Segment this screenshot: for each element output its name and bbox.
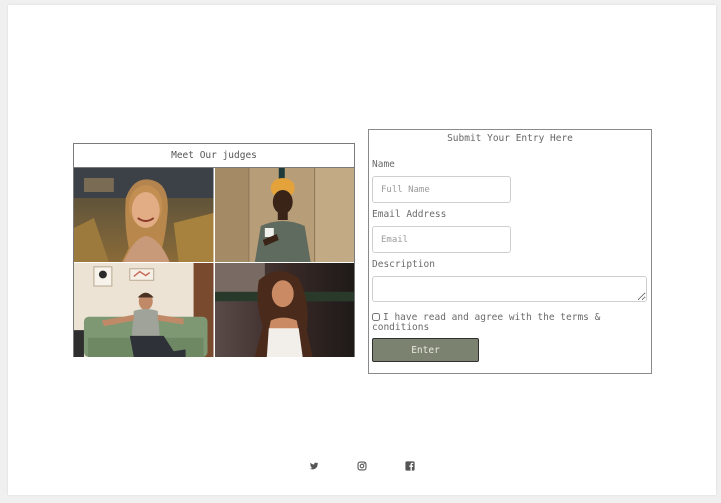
description-label: Description (372, 259, 435, 270)
judge-portrait-image (74, 168, 214, 262)
terms-row: I have read and agree with the terms & c… (372, 313, 632, 332)
page-container: Meet Our judges Submit Your Entry Here N… (8, 5, 716, 495)
judge-portrait-image (214, 263, 354, 357)
name-label: Name (372, 159, 395, 170)
facebook-icon[interactable] (405, 461, 415, 471)
judges-panel: Meet Our judges (73, 143, 355, 357)
twitter-icon[interactable] (309, 461, 319, 471)
terms-checkbox[interactable] (372, 313, 380, 321)
judges-title: Meet Our judges (74, 144, 354, 168)
terms-label: I have read and agree with the terms & c… (372, 312, 601, 333)
judge-photo-1 (74, 168, 214, 262)
judge-photo-4 (214, 263, 354, 357)
judge-portrait-image (214, 168, 354, 262)
entry-form-title: Submit Your Entry Here (447, 133, 573, 144)
email-label: Email Address (372, 209, 447, 220)
entry-form: Submit Your Entry Here Name Email Addres… (368, 129, 652, 374)
judge-photo-2 (214, 168, 354, 262)
judges-grid (74, 168, 354, 357)
email-input[interactable] (372, 226, 511, 253)
enter-button[interactable]: Enter (372, 338, 479, 362)
description-textarea[interactable] (372, 276, 647, 302)
name-input[interactable] (372, 176, 511, 203)
instagram-icon[interactable] (357, 461, 367, 471)
judge-photo-3 (74, 263, 214, 357)
judge-portrait-image (74, 263, 214, 357)
